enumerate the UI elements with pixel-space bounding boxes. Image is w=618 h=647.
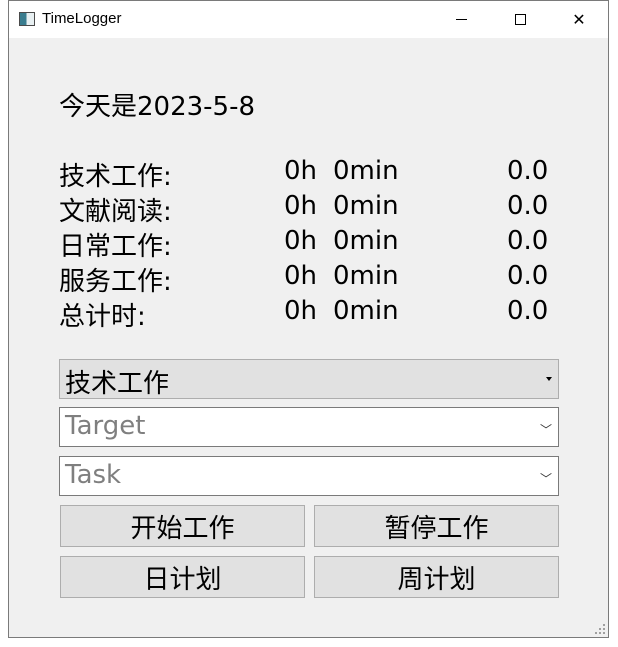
close-icon: ✕ [572, 10, 586, 29]
stat-row-tech: 技术工作: 0h 0min 0.0 [59, 156, 559, 192]
minimize-icon [455, 19, 467, 20]
target-select[interactable]: Target ﹀ [59, 407, 559, 447]
stat-hours: 0h [284, 156, 318, 186]
resize-grip-icon[interactable] [595, 624, 605, 634]
maximize-icon [514, 14, 526, 25]
daily-plan-button[interactable]: 日计划 [60, 556, 305, 598]
stat-row-reading: 文献阅读: 0h 0min 0.0 [59, 191, 559, 227]
stat-hours: 0h [284, 296, 318, 326]
stat-hours: 0h [284, 226, 318, 256]
stat-hours: 0h [284, 261, 318, 291]
dropdown-arrow-icon [546, 377, 552, 381]
task-select[interactable]: Task ﹀ [59, 456, 559, 496]
stat-minutes: 0min [333, 261, 399, 291]
stat-minutes: 0min [333, 296, 399, 326]
pause-work-button[interactable]: 暂停工作 [314, 505, 559, 547]
stat-value: 0.0 [507, 191, 549, 221]
start-work-button[interactable]: 开始工作 [60, 505, 305, 547]
app-icon [19, 12, 35, 26]
stat-label: 服务工作: [59, 267, 172, 297]
stat-value: 0.0 [507, 156, 549, 186]
window-title: TimeLogger [42, 10, 122, 27]
chevron-down-icon: ﹀ [539, 423, 552, 437]
stat-label: 文献阅读: [59, 197, 172, 227]
close-button[interactable]: ✕ [551, 1, 607, 38]
task-select-placeholder: Task [65, 460, 122, 490]
stat-hours: 0h [284, 191, 318, 221]
stat-minutes: 0min [333, 191, 399, 221]
stat-minutes: 0min [333, 156, 399, 186]
app-window: TimeLogger ✕ 今天是2023-5-8 技术工作: 0h 0min 0… [8, 0, 609, 638]
stat-value: 0.0 [507, 226, 549, 256]
stat-value: 0.0 [507, 261, 549, 291]
weekly-plan-button[interactable]: 周计划 [314, 556, 559, 598]
target-select-placeholder: Target [65, 411, 146, 441]
stat-value: 0.0 [507, 296, 549, 326]
chevron-down-icon: ﹀ [539, 472, 552, 486]
title-bar[interactable]: TimeLogger ✕ [9, 1, 608, 38]
stat-label: 技术工作: [59, 162, 172, 192]
date-label: 今天是2023-5-8 [59, 92, 256, 122]
stat-row-service: 服务工作: 0h 0min 0.0 [59, 261, 559, 297]
stat-row-daily: 日常工作: 0h 0min 0.0 [59, 226, 559, 262]
stat-label: 总计时: [59, 302, 146, 332]
minimize-button[interactable] [433, 1, 489, 38]
category-select[interactable]: 技术工作 [59, 359, 559, 399]
stat-minutes: 0min [333, 226, 399, 256]
stat-label: 日常工作: [59, 232, 172, 262]
stat-row-total: 总计时: 0h 0min 0.0 [59, 296, 559, 332]
maximize-button[interactable] [492, 1, 548, 38]
category-select-value: 技术工作 [65, 369, 170, 399]
